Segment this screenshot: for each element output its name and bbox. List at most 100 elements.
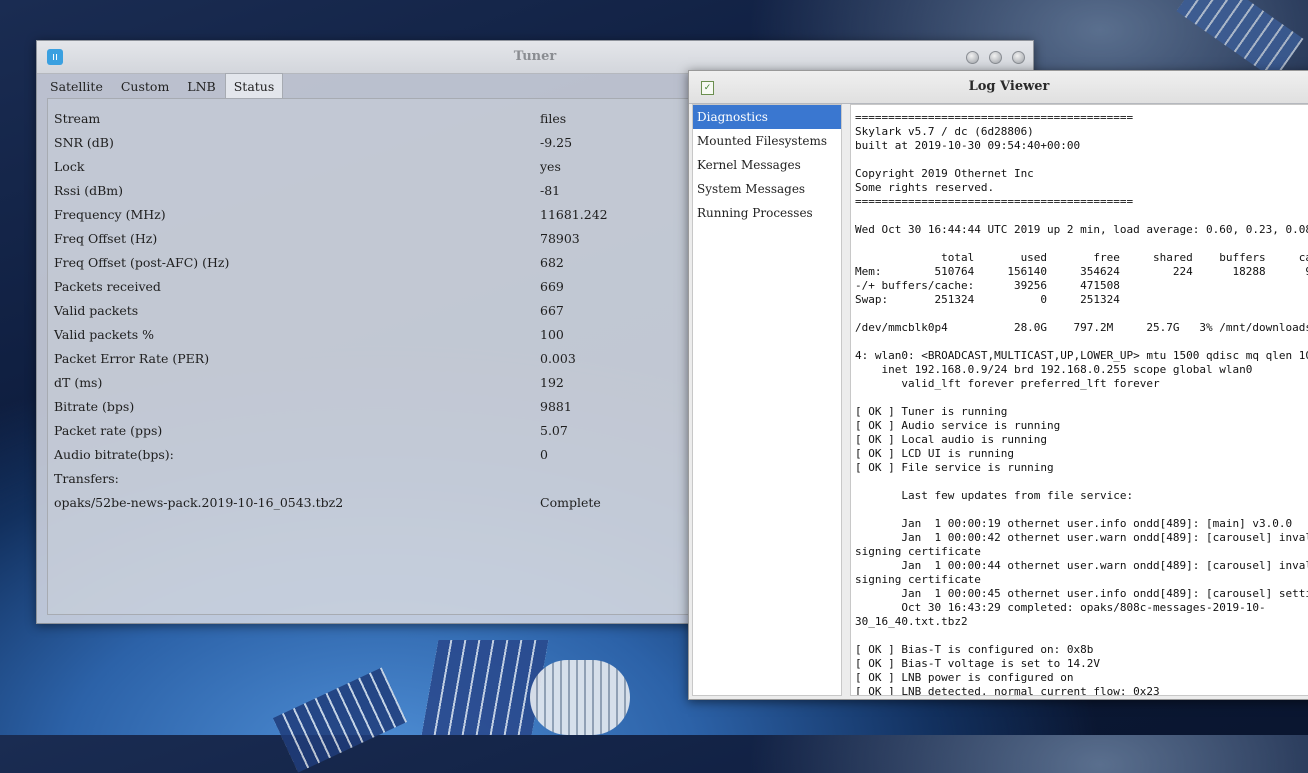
wallpaper-solar-panel [421, 640, 549, 735]
log-line: ========================================… [855, 195, 1134, 208]
log-line: Skylark v5.7 / dc (6d28806) [855, 125, 1034, 138]
log-line: Oct 30 16:43:29 completed: opaks/808c-me… [901, 601, 1266, 614]
status-value: 669 [540, 279, 564, 294]
log-line: [ OK ] LNB power is configured on [855, 671, 1074, 684]
status-label: Audio bitrate(bps): [54, 447, 174, 462]
tab-bar: Satellite Custom LNB Status [41, 73, 284, 99]
transfer-filename: opaks/52be-news-pack.2019-10-16_0543.tbz… [54, 495, 344, 510]
log-text-area[interactable]: ========================================… [850, 104, 1308, 696]
status-label: Transfers: [54, 471, 119, 486]
status-row: Freq Offset (post-AFC) (Hz) 682 [54, 251, 754, 275]
log-line: [ OK ] Bias-T is configured on: 0x8b [855, 643, 1094, 656]
status-value: files [540, 111, 567, 126]
status-value: 667 [540, 303, 564, 318]
status-value: -81 [540, 183, 561, 198]
log-viewer-window: ✓ Log Viewer Diagnostics Mounted Filesys… [688, 70, 1308, 700]
log-line: [ OK ] Tuner is running [855, 405, 1008, 418]
log-line: signing certificate [855, 573, 981, 586]
log-line: [ OK ] Bias-T voltage is set to 14.2V [855, 657, 1101, 670]
window-title: Log Viewer [968, 79, 1050, 94]
sidebar-item-system-messages[interactable]: System Messages [693, 177, 841, 201]
status-row: Bitrate (bps) 9881 [54, 395, 754, 419]
log-line: inet 192.168.0.9/24 brd 192.168.0.255 sc… [881, 363, 1253, 376]
status-label: Valid packets [54, 303, 139, 318]
status-value: 0.003 [540, 351, 576, 366]
log-content: ========================================… [851, 105, 1308, 695]
status-row: Rssi (dBm) -81 [54, 179, 754, 203]
log-line: Mem: 510764 156140 354624 224 18288 9770… [855, 265, 1308, 278]
log-line: [ OK ] LCD UI is running [855, 447, 1014, 460]
status-label: Packet Error Rate (PER) [54, 351, 210, 366]
status-row: Valid packets 667 [54, 299, 754, 323]
status-label: Frequency (MHz) [54, 207, 166, 222]
status-row: Transfers: [54, 467, 754, 491]
status-label: SNR (dB) [54, 135, 114, 150]
log-line: [ OK ] Audio service is running [855, 419, 1061, 432]
transfer-row: opaks/52be-news-pack.2019-10-16_0543.tbz… [54, 491, 754, 515]
tab-custom[interactable]: Custom [112, 73, 178, 99]
log-line: [ OK ] File service is running [855, 461, 1054, 474]
log-line: Wed Oct 30 16:44:44 UTC 2019 up 2 min, l… [855, 223, 1308, 236]
log-sidebar: Diagnostics Mounted Filesystems Kernel M… [692, 104, 842, 696]
wallpaper-debris [530, 660, 630, 735]
tab-satellite[interactable]: Satellite [41, 73, 112, 99]
log-line: ========================================… [855, 111, 1134, 124]
status-row: SNR (dB) -9.25 [54, 131, 754, 155]
log-line: Jan 1 00:00:45 othernet user.info ondd[4… [901, 587, 1308, 600]
window-title: Tuner [513, 49, 557, 64]
close-button[interactable] [1012, 51, 1025, 64]
sidebar-item-diagnostics[interactable]: Diagnostics [693, 105, 841, 129]
status-row: Stream files [54, 107, 754, 131]
status-value: 78903 [540, 231, 580, 246]
status-row: dT (ms) 192 [54, 371, 754, 395]
log-line: /dev/mmcblk0p4 28.0G 797.2M 25.7G 3% /mn… [855, 321, 1308, 334]
log-line: -/+ buffers/cache: 39256 471508 [855, 279, 1120, 292]
log-line: 4: wlan0: <BROADCAST,MULTICAST,UP,LOWER_… [855, 349, 1308, 362]
log-line: Jan 1 00:00:42 othernet user.warn ondd[4… [901, 531, 1308, 544]
status-row: Frequency (MHz) 11681.242 [54, 203, 754, 227]
status-label: Freq Offset (Hz) [54, 231, 158, 246]
status-value: 100 [540, 327, 564, 342]
status-value: yes [540, 159, 561, 174]
sidebar-item-kernel-messages[interactable]: Kernel Messages [693, 153, 841, 177]
status-row: Packet rate (pps) 5.07 [54, 419, 754, 443]
status-value: -9.25 [540, 135, 573, 150]
status-label: Packet rate (pps) [54, 423, 163, 438]
status-row: Lock yes [54, 155, 754, 179]
log-line: Jan 1 00:00:19 othernet user.info ondd[4… [901, 517, 1293, 530]
wallpaper-satellite [1176, 0, 1304, 80]
status-value: 5.07 [540, 423, 568, 438]
status-label: Freq Offset (post-AFC) (Hz) [54, 255, 230, 270]
sidebar-item-mounted-filesystems[interactable]: Mounted Filesystems [693, 129, 841, 153]
status-label: Bitrate (bps) [54, 399, 135, 414]
log-viewer-titlebar[interactable]: ✓ Log Viewer [689, 71, 1308, 104]
tab-status[interactable]: Status [224, 73, 284, 99]
status-value: 0 [540, 447, 548, 462]
log-line: Swap: 251324 0 251324 [855, 293, 1120, 306]
log-line: Copyright 2019 Othernet Inc [855, 167, 1034, 180]
status-row: Packets received 669 [54, 275, 754, 299]
sidebar-item-running-processes[interactable]: Running Processes [693, 201, 841, 225]
status-row: Valid packets % 100 [54, 323, 754, 347]
tab-lnb[interactable]: LNB [178, 73, 224, 99]
status-label: Rssi (dBm) [54, 183, 124, 198]
status-row: Audio bitrate(bps): 0 [54, 443, 754, 467]
status-label: Stream [54, 111, 101, 126]
minimize-button[interactable] [966, 51, 979, 64]
status-row: Freq Offset (Hz) 78903 [54, 227, 754, 251]
status-value: 192 [540, 375, 564, 390]
maximize-button[interactable] [989, 51, 1002, 64]
log-line: total used free shared buffers cached [941, 251, 1308, 264]
log-line: Last few updates from file service: [901, 489, 1134, 502]
status-label: dT (ms) [54, 375, 103, 390]
status-label: Valid packets % [54, 327, 155, 342]
status-label: Packets received [54, 279, 161, 294]
status-value: 682 [540, 255, 564, 270]
status-value: 11681.242 [540, 207, 608, 222]
log-line: built at 2019-10-30 09:54:40+00:00 [855, 139, 1081, 152]
status-value: 9881 [540, 399, 572, 414]
log-line: valid_lft forever preferred_lft forever [901, 377, 1160, 390]
log-line: Some rights reserved. [855, 181, 995, 194]
log-line: Jan 1 00:00:44 othernet user.warn ondd[4… [901, 559, 1308, 572]
status-label: Lock [54, 159, 85, 174]
